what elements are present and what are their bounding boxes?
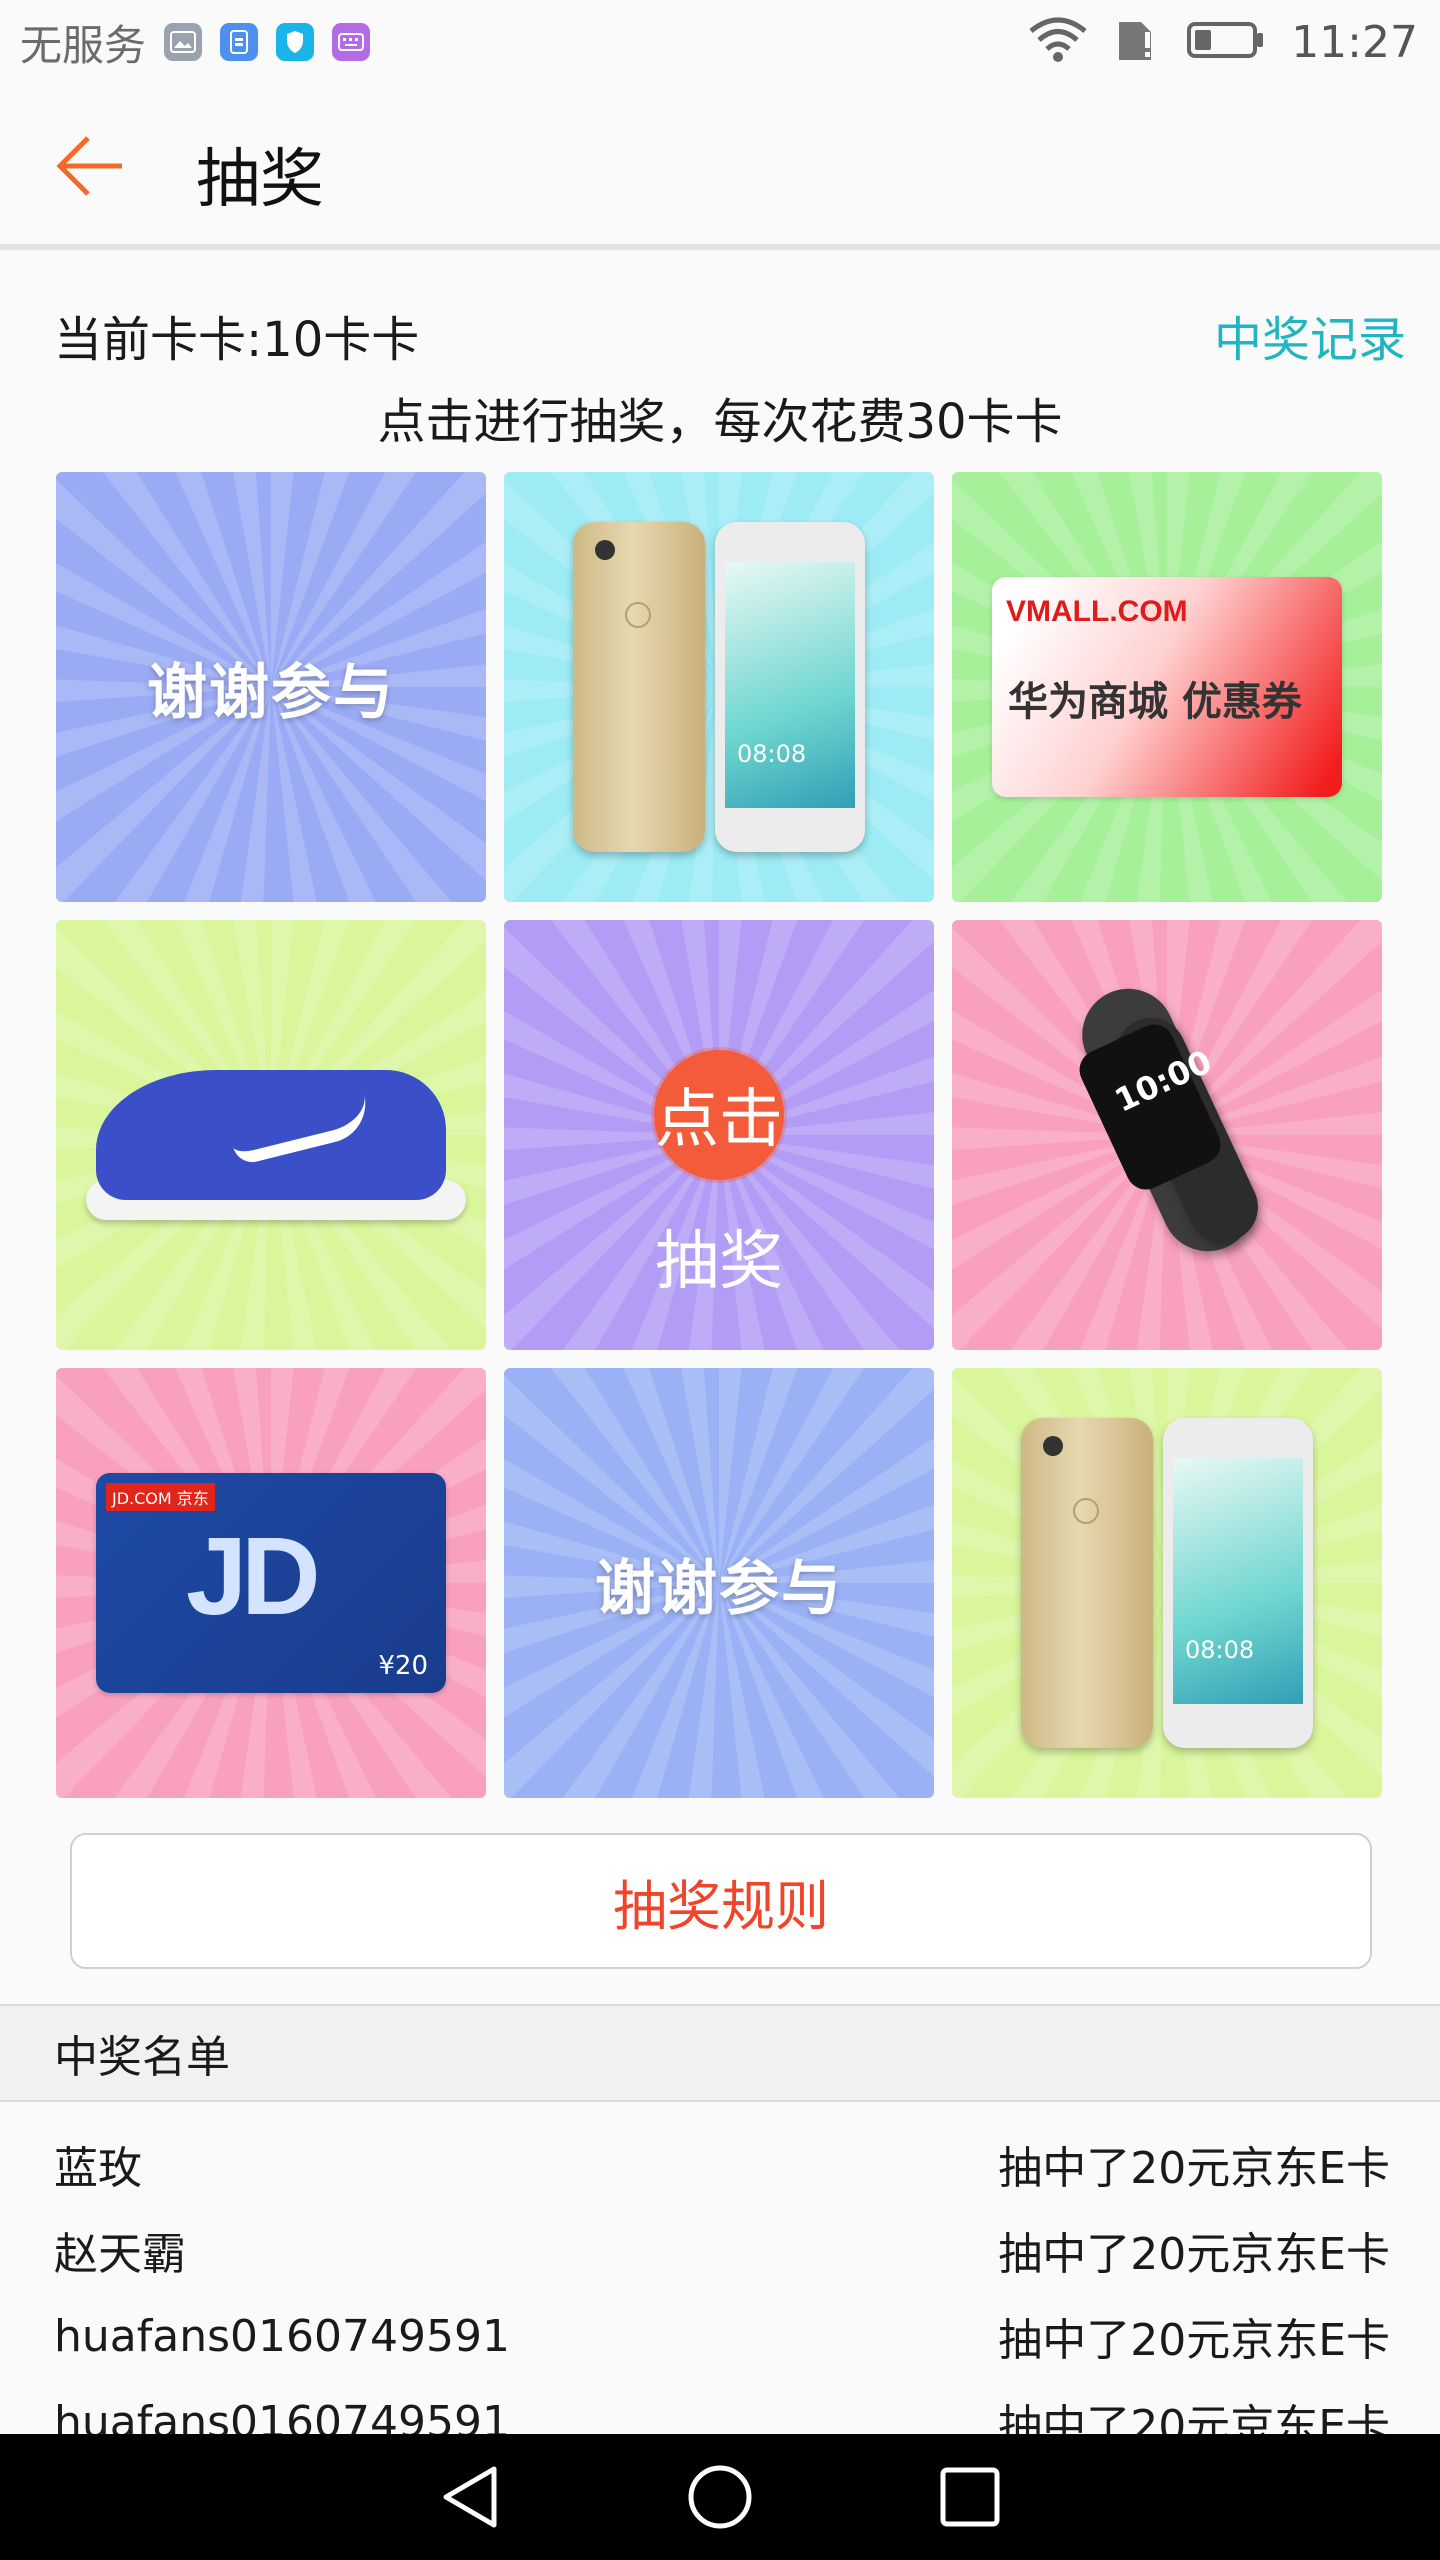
page-title: 抽奖 (196, 143, 324, 217)
winner-name: 赵天霸 (54, 2229, 186, 2280)
winner-row: 蓝玫 抽中了20元京东E卡 (54, 2124, 1390, 2204)
winners-header: 中奖名单 (0, 2004, 1440, 2102)
camera-icon (595, 540, 615, 560)
carrier-label: 无服务 (20, 20, 147, 70)
status-bar: 无服务 11:27 (0, 0, 1440, 84)
thanks-text: 谢谢参与 (595, 1553, 843, 1624)
phone-clock: 08:08 (1185, 1636, 1255, 1664)
status-left: 无服务 (20, 12, 371, 73)
prize-cell-jd-card: JD.COM 京东 JD ¥20 (56, 1368, 486, 1798)
coupon-text: 华为商城 优惠券 (1008, 679, 1302, 725)
winner-prize: 抽中了20元京东E卡 (998, 2229, 1390, 2280)
jd-gift-card: JD.COM 京东 JD ¥20 (96, 1473, 446, 1693)
sim-icon (220, 23, 259, 61)
draw-hint: 点击进行抽奖，每次花费30卡卡 (377, 394, 1063, 450)
phone-screen: 08:08 (725, 562, 855, 808)
keyboard-icon (332, 23, 371, 61)
watch-time: 10:00 (1108, 1042, 1218, 1120)
nav-recents-button[interactable] (930, 2457, 1010, 2537)
nav-back-button[interactable] (430, 2457, 510, 2537)
shoe-image (56, 920, 486, 1350)
nav-recents-icon (940, 2467, 1000, 2527)
phone-image: 08:08 (1021, 1418, 1313, 1748)
win-record-link[interactable]: 中奖记录 (1214, 300, 1406, 370)
shield-icon (276, 23, 315, 61)
winner-row: huafans0160749591 抽中了20元京东E卡 (54, 2296, 1390, 2376)
clock: 11:27 (1291, 16, 1418, 68)
winner-name: huafans0160749591 (54, 2310, 510, 2362)
status-right: 11:27 (1027, 17, 1418, 68)
watch-image: 10:00 (952, 920, 1382, 1350)
winner-prize: 抽中了20元京东E卡 (998, 2315, 1390, 2366)
prize-cell-thanks: 谢谢参与 (504, 1368, 934, 1798)
header-divider (0, 244, 1440, 250)
fingerprint-icon (625, 602, 651, 628)
prize-cell-watch: 10:00 (952, 920, 1382, 1350)
prize-cell-phone: 08:08 (504, 472, 934, 902)
prize-grid: 谢谢参与 08:08 VMALL.COM 华为商城 优惠券 点击 抽奖 10:0… (56, 472, 1386, 1802)
back-arrow-icon (56, 136, 122, 196)
balance-label: 当前卡卡:10卡卡 (54, 312, 420, 368)
phone-back (573, 522, 705, 852)
wifi-icon (1027, 17, 1089, 67)
prize-cell-coupon: VMALL.COM 华为商城 优惠券 (952, 472, 1382, 902)
sim-status-icon (1115, 18, 1161, 66)
back-button[interactable] (56, 124, 156, 208)
phone-clock: 08:08 (737, 740, 807, 768)
prize-cell-phone: 08:08 (952, 1368, 1382, 1798)
winner-row: 赵天霸 抽中了20元京东E卡 (54, 2210, 1390, 2290)
jd-logo: JD (186, 1515, 321, 1638)
battery-icon (1187, 20, 1265, 64)
thanks-text: 谢谢参与 (147, 657, 395, 728)
fingerprint-icon (1073, 1498, 1099, 1524)
prize-cell-thanks: 谢谢参与 (56, 472, 486, 902)
draw-label-top: 点击 (655, 1083, 783, 1157)
camera-icon (1043, 1436, 1063, 1456)
system-nav-bar (0, 2434, 1440, 2560)
jd-badge: JD.COM 京东 (106, 1483, 215, 1511)
draw-label-bottom: 抽奖 (655, 1225, 783, 1299)
coupon-brand: VMALL.COM (1006, 595, 1188, 628)
nav-home-button[interactable] (680, 2457, 760, 2537)
draw-button[interactable]: 点击 抽奖 (504, 920, 934, 1350)
winner-prize: 抽中了20元京东E卡 (998, 2143, 1390, 2194)
rules-button[interactable]: 抽奖规则 (70, 1833, 1372, 1969)
winner-name: 蓝玫 (54, 2143, 142, 2194)
image-icon (164, 23, 203, 61)
prize-cell-shoe (56, 920, 486, 1350)
app-header: 抽奖 (0, 84, 1440, 244)
nav-home-icon (688, 2465, 752, 2529)
vmall-coupon: VMALL.COM 华为商城 优惠券 (992, 577, 1342, 797)
phone-image: 08:08 (573, 522, 865, 852)
phone-screen: 08:08 (1173, 1458, 1303, 1704)
phone-front: 08:08 (715, 522, 865, 852)
phone-front: 08:08 (1163, 1418, 1313, 1748)
phone-back (1021, 1418, 1153, 1748)
jd-value: ¥20 (378, 1651, 428, 1681)
nav-back-icon (443, 2466, 497, 2528)
